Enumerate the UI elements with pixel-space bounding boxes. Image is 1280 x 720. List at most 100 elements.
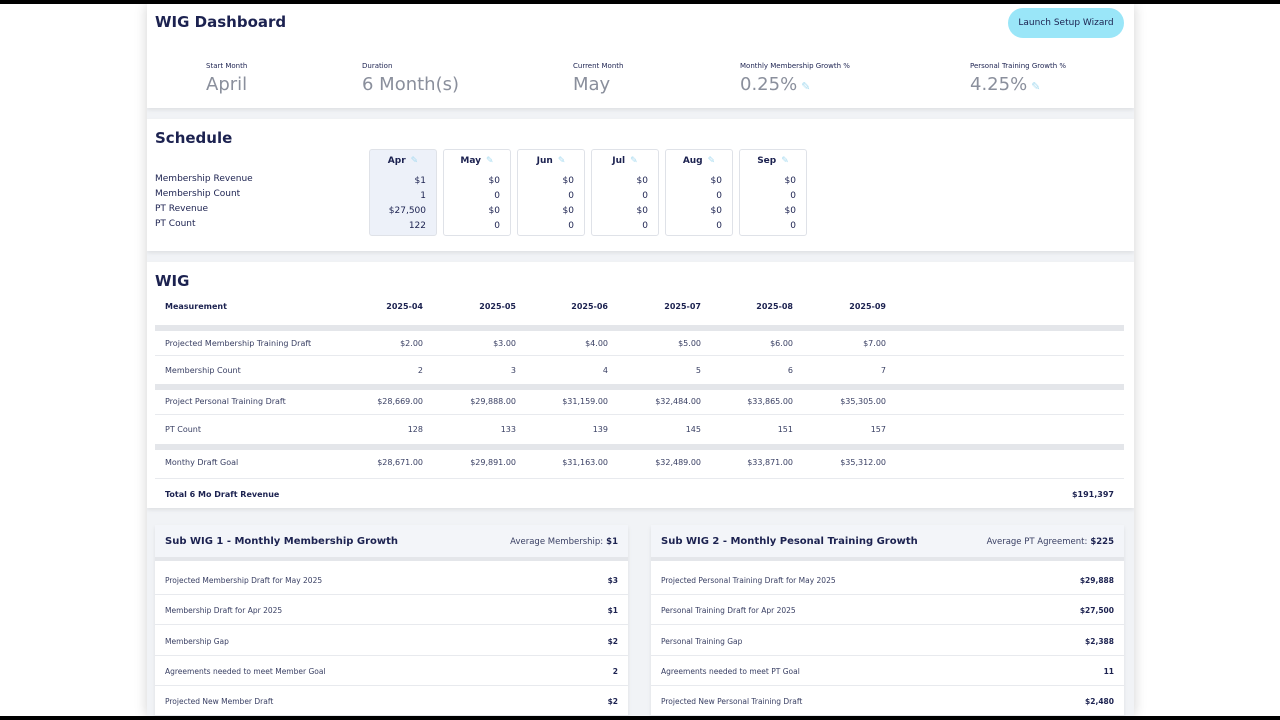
row-label: Monthy Draft Goal xyxy=(165,458,239,467)
table-cell: $7.00 xyxy=(863,339,886,348)
pencil-icon[interactable]: ✎ xyxy=(1031,80,1040,93)
month-values: $0 0 $0 0 xyxy=(444,174,510,234)
month-value: $0 xyxy=(636,176,648,186)
month-name: May xyxy=(460,156,482,166)
item-label: Projected New Personal Training Draft xyxy=(661,697,803,706)
pencil-icon[interactable]: ✎ xyxy=(411,156,419,166)
month-values: $0 0 $0 0 xyxy=(592,174,658,234)
average-value: $1 xyxy=(606,537,618,547)
item-value: $2,480 xyxy=(1085,697,1114,706)
pencil-icon[interactable]: ✎ xyxy=(558,156,566,166)
table-divider xyxy=(155,384,1124,390)
month-value: 1 xyxy=(420,191,426,201)
period-header: 2025-08 xyxy=(756,302,793,311)
month-value: 0 xyxy=(494,221,500,231)
item-label: Personal Training Draft for Apr 2025 xyxy=(661,606,796,615)
month-value: 0 xyxy=(790,191,796,201)
list-item: Agreements needed to meet Member Goal 2 xyxy=(155,656,628,686)
item-value: $29,888 xyxy=(1079,576,1114,585)
list-item: Personal Training Gap $2,388 xyxy=(651,626,1124,656)
item-value: 2 xyxy=(612,667,618,676)
schedule-month-jun[interactable]: Jun ✎ $0 0 $0 0 xyxy=(517,149,585,236)
list-item: Membership Draft for Apr 2025 $1 xyxy=(155,595,628,625)
sub-wig-average: Average PT Agreement: $225 xyxy=(987,537,1114,547)
table-cell: $2.00 xyxy=(400,339,423,348)
stat-duration: Duration 6 Month(s) xyxy=(362,62,459,95)
schedule-row-label: PT Count xyxy=(155,219,196,229)
list-item: Projected New Personal Training Draft $2,… xyxy=(651,686,1124,716)
month-value: $0 xyxy=(784,176,796,186)
table-cell: 157 xyxy=(870,425,886,434)
row-label: Projected Membership Training Draft xyxy=(165,339,312,348)
item-value: $1 xyxy=(607,606,618,615)
month-value: $27,500 xyxy=(388,206,426,216)
list-item: Membership Gap $2 xyxy=(155,626,628,656)
period-header: 2025-04 xyxy=(386,302,423,311)
month-header: Aug ✎ xyxy=(666,156,732,170)
launch-setup-wizard-button[interactable]: Launch Setup Wizard xyxy=(1008,8,1124,38)
table-cell: 151 xyxy=(777,425,793,434)
schedule-month-sep[interactable]: Sep ✎ $0 0 $0 0 xyxy=(739,149,807,236)
sub-wig-membership-card: Sub WIG 1 - Monthly Membership Growth Av… xyxy=(155,525,628,716)
table-cell: $3.00 xyxy=(493,339,516,348)
measurement-header: Measurement xyxy=(165,302,227,311)
month-value: 0 xyxy=(568,191,574,201)
table-cell: $29,888.00 xyxy=(470,397,516,406)
month-header: Apr ✎ xyxy=(370,156,436,170)
item-label: Membership Gap xyxy=(165,637,229,646)
table-cell: 4 xyxy=(602,366,608,375)
table-cell: $33,865.00 xyxy=(747,397,793,406)
month-values: $0 0 $0 0 xyxy=(666,174,732,234)
pencil-icon[interactable]: ✎ xyxy=(801,80,810,93)
item-label: Agreements needed to meet PT Goal xyxy=(661,667,800,676)
item-label: Projected New Member Draft xyxy=(165,697,274,706)
row-label: Project Personal Training Draft xyxy=(165,397,286,406)
schedule-month-jul[interactable]: Jul ✎ $0 0 $0 0 xyxy=(591,149,659,236)
month-header: Jun ✎ xyxy=(518,156,584,170)
month-values: $0 0 $0 0 xyxy=(740,174,806,234)
month-value: $0 xyxy=(710,176,722,186)
table-cell: $4.00 xyxy=(585,339,608,348)
schedule-row-label: PT Revenue xyxy=(155,204,208,214)
month-header: Sep ✎ xyxy=(740,156,806,170)
list-item: Projected New Member Draft $2 xyxy=(155,686,628,716)
stat-pt-growth: Personal Training Growth % 4.25% ✎ xyxy=(970,62,1066,95)
sub-wig-title: Sub WIG 2 - Monthly Pesonal Training Gro… xyxy=(661,536,918,547)
stat-value: May xyxy=(573,74,611,95)
table-cell: $6.00 xyxy=(770,339,793,348)
stat-label: Start Month xyxy=(206,62,248,70)
table-cell: $35,305.00 xyxy=(840,397,886,406)
row-divider xyxy=(155,414,1124,415)
stat-membership-growth: Monthly Membership Growth % 0.25% ✎ xyxy=(740,62,850,95)
stat-value: 0.25% xyxy=(740,74,798,95)
schedule-month-aug[interactable]: Aug ✎ $0 0 $0 0 xyxy=(665,149,733,236)
frame-bottom-bar xyxy=(0,716,1280,720)
month-header: Jul ✎ xyxy=(592,156,658,170)
stat-value-row: 4.25% ✎ xyxy=(970,74,1066,95)
list-item: Personal Training Draft for Apr 2025 $27,… xyxy=(651,595,1124,625)
table-divider xyxy=(155,444,1124,450)
schedule-title: Schedule xyxy=(155,129,233,147)
month-value: $0 xyxy=(562,176,574,186)
dashboard-page: WIG Dashboard Launch Setup Wizard Start … xyxy=(147,4,1134,716)
schedule-panel: Schedule Membership Revenue Membership C… xyxy=(147,119,1134,251)
dashboard-header: WIG Dashboard Launch Setup Wizard Start … xyxy=(147,4,1134,108)
table-cell: 3 xyxy=(510,366,516,375)
table-cell: $28,671.00 xyxy=(377,458,423,467)
schedule-row-label: Membership Revenue xyxy=(155,174,253,184)
average-label: Average Membership: xyxy=(510,537,604,547)
list-item: Projected Membership Draft for May 2025 $… xyxy=(155,565,628,595)
row-divider xyxy=(155,355,1124,356)
pencil-icon[interactable]: ✎ xyxy=(630,156,638,166)
schedule-month-may[interactable]: May ✎ $0 0 $0 0 xyxy=(443,149,511,236)
month-value: $0 xyxy=(710,206,722,216)
pencil-icon[interactable]: ✎ xyxy=(486,156,494,166)
pencil-icon[interactable]: ✎ xyxy=(708,156,716,166)
average-label: Average PT Agreement: xyxy=(986,537,1088,547)
month-value: 0 xyxy=(568,221,574,231)
stat-label: Current Month xyxy=(573,62,624,70)
schedule-month-apr[interactable]: Apr ✎ $1 1 $27,500 122 xyxy=(369,149,437,236)
sub-wig-personal-training-card: Sub WIG 2 - Monthly Pesonal Training Gro… xyxy=(651,525,1124,716)
item-value: $3 xyxy=(607,576,618,585)
pencil-icon[interactable]: ✎ xyxy=(781,156,789,166)
